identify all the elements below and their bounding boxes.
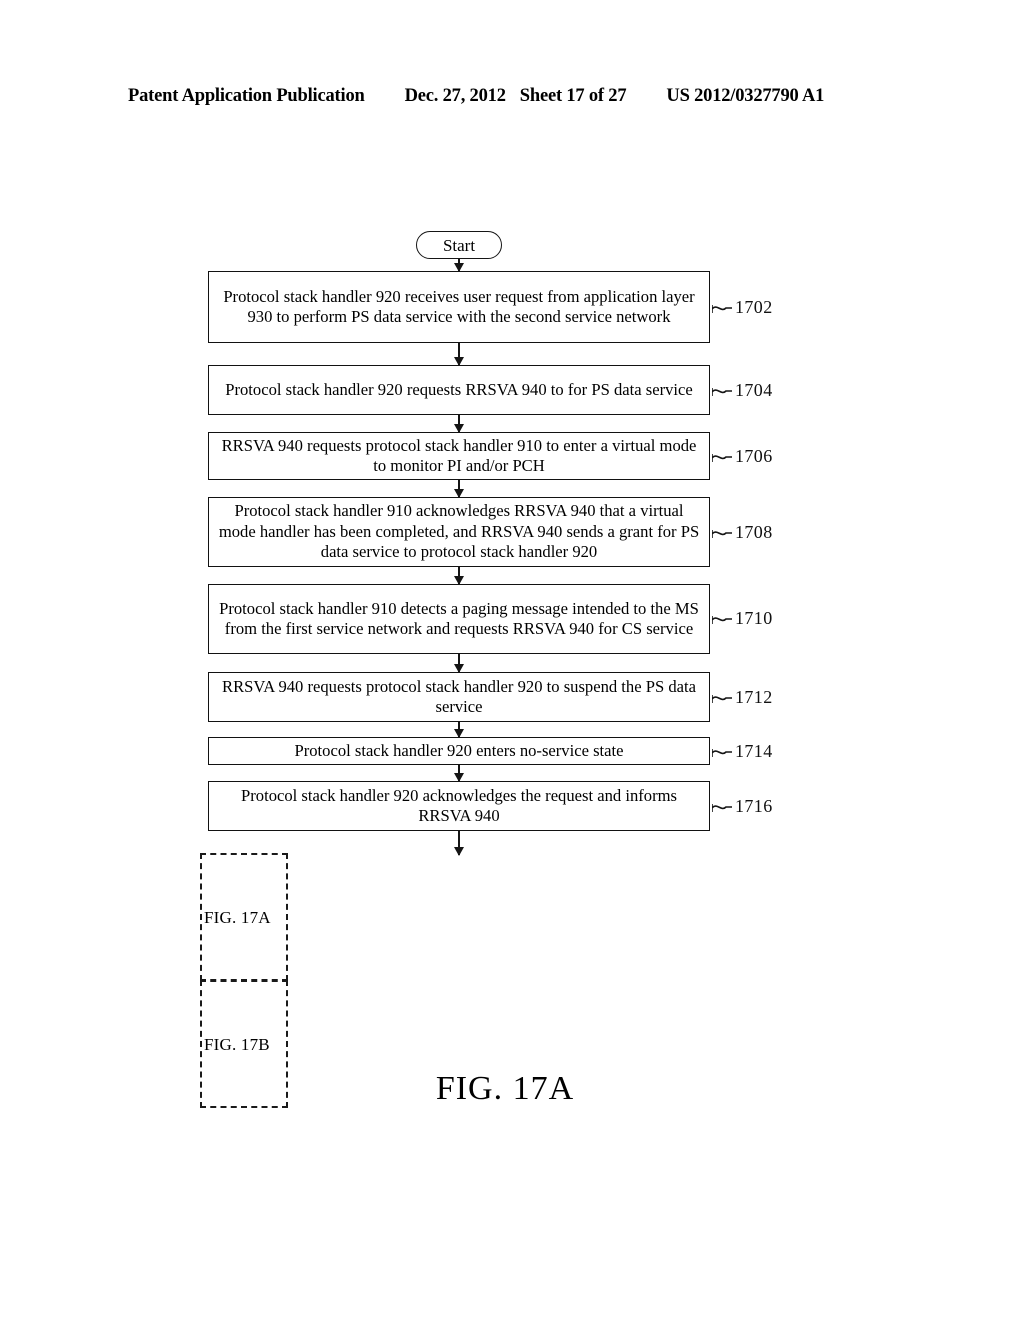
flow-step-box-1716: Protocol stack handler 920 acknowledges …: [208, 781, 710, 831]
flow-step-box-1712: RRSVA 940 requests protocol stack handle…: [208, 672, 710, 722]
flow-step-text-1712: RRSVA 940 requests protocol stack handle…: [222, 676, 696, 716]
flowchart-figure-17a: Start Protocol stack handler 920 receive…: [0, 0, 1024, 1320]
flow-step-box-1708: Protocol stack handler 910 acknowledges …: [208, 497, 710, 567]
flow-ref-number-1710: 1710: [735, 608, 773, 628]
legend-cell-fig-17a: FIG. 17A: [200, 853, 288, 981]
flow-ref-number-1712: 1712: [735, 687, 773, 707]
flow-ref-number-1708: 1708: [735, 522, 773, 542]
sheet-layout-legend: FIG. 17A FIG. 17B: [200, 853, 288, 1108]
flow-ref-1706: 1706: [712, 447, 773, 465]
connector-1702-to-1704: [454, 343, 464, 366]
flow-step-box-1710: Protocol stack handler 910 detects a pag…: [208, 584, 710, 654]
leader-line-icon: [712, 615, 734, 625]
flow-step-text-1708: Protocol stack handler 910 acknowledges …: [218, 501, 700, 562]
flow-start-node: Start: [416, 231, 502, 259]
flow-step-box-1706: RRSVA 940 requests protocol stack handle…: [208, 432, 710, 480]
connector-1716-to-next-sheet: [454, 831, 464, 856]
connector-1712-to-1714: [454, 722, 464, 738]
flow-ref-1714: 1714: [712, 742, 773, 760]
flow-ref-1708: 1708: [712, 523, 773, 541]
leader-line-icon: [712, 803, 734, 813]
flow-ref-1702: 1702: [712, 298, 773, 316]
legend-cell-fig-17b: FIG. 17B: [200, 980, 288, 1108]
flow-start-label: Start: [442, 235, 476, 255]
flow-step-box-1702: Protocol stack handler 920 receives user…: [208, 271, 710, 343]
flow-step-text-1704: Protocol stack handler 920 requests RRSV…: [225, 379, 693, 399]
flow-step-box-1714: Protocol stack handler 920 enters no-ser…: [208, 737, 710, 765]
leader-line-icon: [712, 304, 734, 314]
connector-1704-to-1706: [454, 415, 464, 433]
flow-step-text-1702: Protocol stack handler 920 receives user…: [223, 286, 695, 326]
flow-step-box-1704: Protocol stack handler 920 requests RRSV…: [208, 365, 710, 415]
legend-label-fig-17a: FIG. 17A: [204, 907, 271, 927]
figure-caption: FIG. 17A: [435, 1070, 575, 1107]
leader-line-icon: [712, 694, 734, 704]
flow-step-text-1710: Protocol stack handler 910 detects a pag…: [219, 598, 699, 638]
connector-1710-to-1712: [454, 654, 464, 673]
leader-line-icon: [712, 453, 734, 463]
flow-step-text-1714: Protocol stack handler 920 enters no-ser…: [294, 740, 624, 760]
leader-line-icon: [712, 387, 734, 397]
legend-label-fig-17b: FIG. 17B: [204, 1034, 270, 1054]
connector-1706-to-1708: [454, 480, 464, 498]
leader-line-icon: [712, 529, 734, 539]
leader-line-icon: [712, 748, 734, 758]
flow-ref-1710: 1710: [712, 609, 773, 627]
flow-ref-number-1702: 1702: [735, 297, 773, 317]
flow-ref-number-1716: 1716: [735, 796, 773, 816]
connector-1708-to-1710: [454, 567, 464, 585]
flow-ref-1704: 1704: [712, 381, 773, 399]
flow-ref-number-1704: 1704: [735, 380, 773, 400]
flow-step-text-1716: Protocol stack handler 920 acknowledges …: [241, 785, 677, 825]
connector-1714-to-1716: [454, 765, 464, 782]
flow-step-text-1706: RRSVA 940 requests protocol stack handle…: [221, 435, 697, 475]
flow-ref-number-1706: 1706: [735, 446, 773, 466]
flow-ref-number-1714: 1714: [735, 741, 773, 761]
connector-start-to-1702: [454, 259, 464, 272]
flow-ref-1712: 1712: [712, 688, 773, 706]
flow-ref-1716: 1716: [712, 797, 773, 815]
